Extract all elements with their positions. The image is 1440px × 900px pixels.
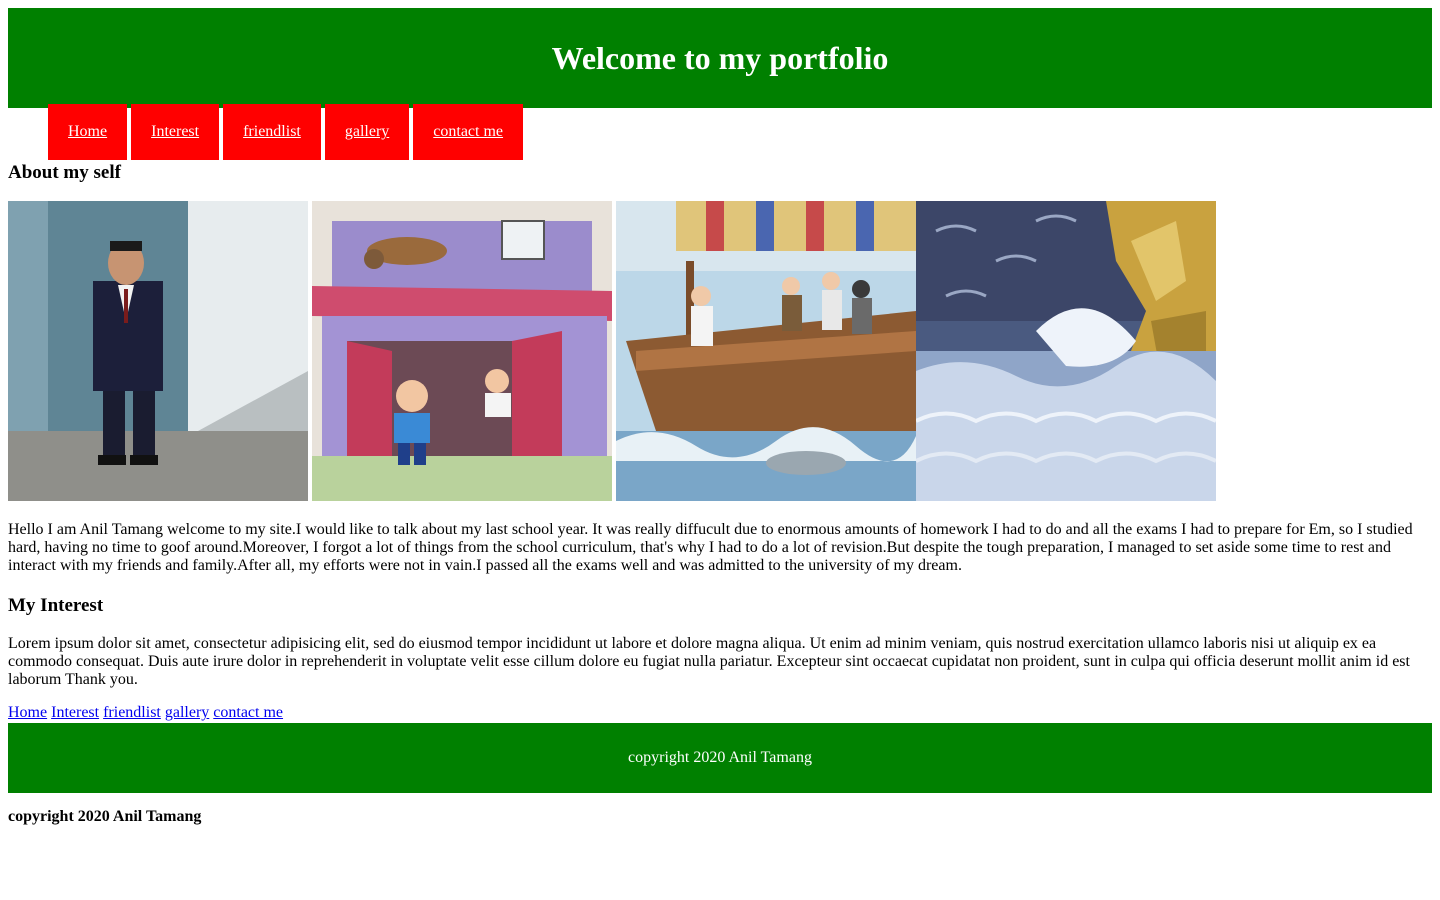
nav-friendlist[interactable]: friendlist bbox=[223, 104, 321, 160]
site-footer: copyright 2020 Anil Tamang bbox=[8, 723, 1432, 793]
interest-paragraph: Lorem ipsum dolor sit amet, consectetur … bbox=[8, 635, 1410, 688]
cartoon-boys-running-from-house-photo bbox=[312, 201, 612, 501]
footer-link-friendlist[interactable]: friendlist bbox=[103, 704, 161, 721]
nav-interest[interactable]: Interest bbox=[131, 104, 220, 160]
footer-link-contact-me[interactable]: contact me bbox=[213, 704, 283, 721]
bottom-copyright: copyright 2020 Anil Tamang bbox=[8, 808, 202, 825]
nav-contact-me[interactable]: contact me bbox=[413, 104, 524, 160]
interest-heading: My Interest bbox=[8, 595, 104, 616]
main-nav: Home Interest friendlist gallery contact… bbox=[48, 104, 527, 160]
about-heading: About my self bbox=[8, 162, 121, 183]
page-title: Welcome to my portfolio bbox=[551, 39, 889, 76]
photo-gallery bbox=[8, 201, 1216, 501]
site-header: Welcome to my portfolio bbox=[8, 8, 1432, 108]
footer-link-interest[interactable]: Interest bbox=[51, 704, 99, 721]
footer-copyright: copyright 2020 Anil Tamang bbox=[628, 749, 812, 766]
nav-home[interactable]: Home bbox=[48, 104, 128, 160]
boy-in-school-uniform-photo bbox=[8, 201, 308, 501]
nav-gallery[interactable]: gallery bbox=[324, 104, 410, 160]
footer-link-home[interactable]: Home bbox=[8, 704, 47, 721]
ship-in-storm-illustration-photo bbox=[616, 201, 916, 501]
footer-links: Home Interest friendlist gallery contact me bbox=[8, 704, 287, 722]
bio-paragraph: Hello I am Anil Tamang welcome to my sit… bbox=[8, 521, 1413, 574]
stormy-sea-cliff-illustration-photo bbox=[916, 201, 1216, 501]
page: Welcome to my portfolio Home Interest fr… bbox=[8, 8, 1432, 825]
footer-link-gallery[interactable]: gallery bbox=[165, 704, 209, 721]
